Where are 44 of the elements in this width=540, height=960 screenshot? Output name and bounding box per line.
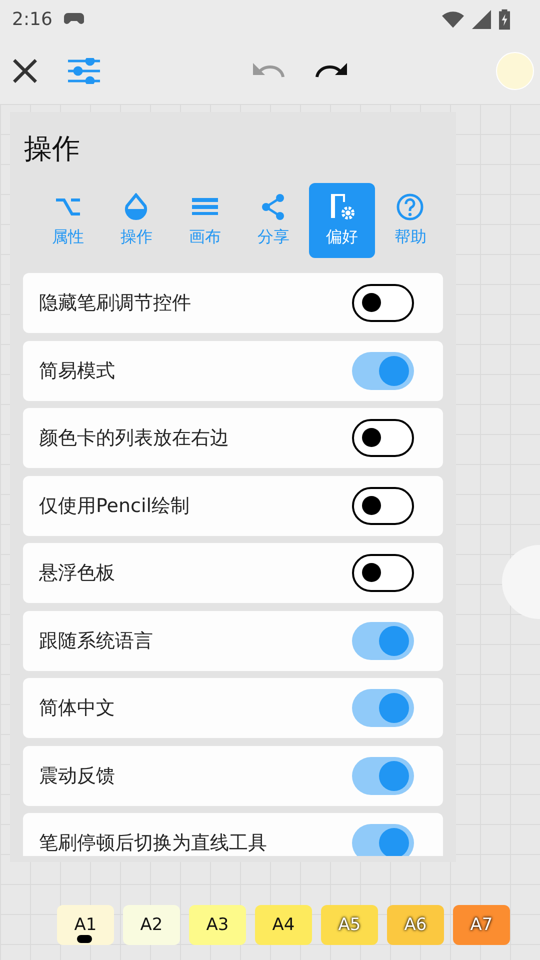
setting-label: 颜色卡的列表放在右边 [39,426,230,451]
setting-label: 简易模式 [39,358,116,384]
setting-row[interactable]: 颜色卡的列表放在右边 [23,408,443,468]
battery-icon [499,8,510,30]
setting-row[interactable]: 简易模式 [23,340,443,400]
current-color-swatch[interactable] [496,52,534,90]
toggle-switch[interactable] [352,689,414,727]
color-chip[interactable]: A3 [189,905,246,945]
toggle-switch[interactable] [352,419,414,457]
toggle-switch[interactable] [352,554,414,592]
toggle-switch[interactable] [352,284,414,322]
panel-title: 操作 [23,131,81,167]
signal-icon [472,10,491,28]
status-time: 2:16 [12,8,52,30]
color-chip[interactable]: A2 [123,905,180,945]
selected-indicator [77,935,92,943]
setting-label: 隐藏笔刷调节控件 [39,291,192,316]
setting-label: 悬浮色板 [39,561,116,586]
setting-row[interactable]: 跟随系统语言 [23,610,443,670]
toggle-switch[interactable] [352,486,414,524]
setting-label: 跟随系统语言 [39,628,154,654]
setting-label: 震动反馈 [39,764,116,788]
setting-label: 笔刷停顿后切换为直线工具 [39,831,268,856]
setting-row[interactable]: 震动反馈 [23,746,443,806]
close-icon [12,58,38,84]
setting-label: 简体中文 [39,696,116,721]
redo-icon [315,63,347,79]
toggle-switch[interactable] [352,824,414,856]
setting-row[interactable]: 笔刷停顿后切换为直线工具 [23,813,443,856]
setting-row[interactable]: 仅使用Pencil绘制 [23,476,443,536]
setting-label: 仅使用Pencil绘制 [39,494,191,518]
toggle-switch[interactable] [352,352,414,390]
wifi-icon [442,10,464,28]
setting-row[interactable]: 悬浮色板 [23,543,443,603]
toggle-switch[interactable] [352,622,414,660]
toggle-switch[interactable] [352,756,414,794]
setting-row[interactable]: 简体中文 [23,678,443,738]
help-icon [396,193,424,221]
undo-icon [253,63,285,79]
color-chip[interactable]: A1 [57,905,114,945]
setting-row[interactable]: 隐藏笔刷调节控件 [23,273,443,333]
gamepad-icon [64,13,84,25]
sliders-icon [68,58,100,84]
color-chip[interactable]: A4 [255,905,312,945]
